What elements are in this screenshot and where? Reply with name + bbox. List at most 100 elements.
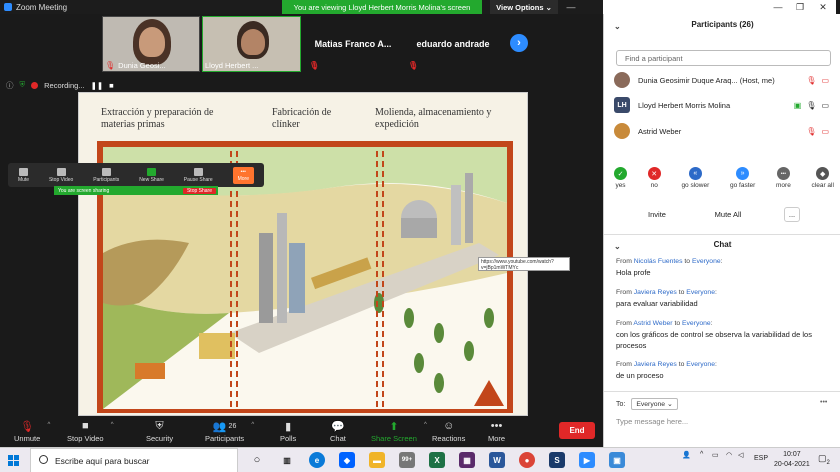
reaction-clear-all[interactable]: ◆ clear all (812, 167, 834, 189)
participant-name: Lloyd Herbert Morris Molina (638, 100, 731, 110)
video-tile-4[interactable]: eduardo andrade 🎙 (404, 16, 502, 72)
share-screen-button[interactable]: ⬆ Share Screen ^ (371, 418, 427, 444)
mic-icon: 🎙 (806, 100, 817, 110)
security-button[interactable]: ⛨ Security (146, 418, 173, 444)
more-label: ... (788, 210, 796, 219)
chat-message: From Astrid Weber to Everyone: con los g… (616, 318, 828, 351)
clock[interactable]: 10:07 20-04-2021 (774, 450, 810, 470)
edge-icon[interactable]: e (309, 452, 325, 468)
participant-row[interactable]: Astrid Weber 🎙 ▭ (614, 121, 829, 141)
polls-button[interactable]: ▮ Polls (280, 418, 296, 444)
participants-button[interactable]: 👥 26 Participants ^ (205, 418, 254, 444)
chat-text: Hola profe (616, 268, 651, 277)
zoom-taskbar-icon[interactable]: ▶ (579, 452, 595, 468)
fb-more-button[interactable]: ••• More (232, 166, 254, 184)
chevron-down-icon[interactable]: ⌄ (614, 22, 621, 31)
participant-row[interactable]: Dunia Geosimir Duque Araq... (Host, me) … (614, 70, 829, 90)
fb-stop-video-button[interactable]: Stop Video (49, 167, 73, 183)
multitask-icon[interactable]: ▥ (279, 452, 295, 468)
chat-to-word: to (678, 361, 685, 368)
reaction-no[interactable]: ✕ no (647, 167, 661, 189)
windows-start-icon[interactable] (8, 455, 19, 466)
panel-divider (604, 391, 840, 392)
fb-mute-button[interactable]: Mute (18, 167, 29, 183)
chat-sender: Nicolás Fuentes (633, 258, 683, 265)
stop-video-button[interactable]: ■ Stop Video ^ (67, 418, 114, 443)
end-meeting-button[interactable]: End (559, 422, 595, 439)
chat-to-word: to (674, 320, 681, 327)
unmute-button[interactable]: 🎙 Unmute ^ (14, 418, 50, 444)
chevron-up-icon[interactable]: ^ (700, 451, 703, 458)
mic-off-icon: 🎙 (408, 61, 419, 70)
reaction-go-faster[interactable]: » go faster (730, 167, 755, 189)
app-icon-2[interactable]: S (549, 452, 565, 468)
reaction-more[interactable]: ••• more (776, 167, 791, 189)
taskbar-search-input[interactable]: Escribe aquí para buscar (30, 448, 238, 472)
video-camera-icon: ■ (81, 420, 89, 432)
dropbox-icon[interactable]: ◆ (339, 452, 355, 468)
smiley-icon: ☺ (443, 420, 455, 432)
tile-label: Lloyd Herbert ... (205, 61, 259, 70)
task-view-icon[interactable]: ○ (249, 452, 265, 468)
fb-label: Participants (93, 176, 120, 183)
stop-share-button[interactable]: Stop Share (182, 187, 216, 194)
close-window-icon[interactable]: ✕ (810, 0, 836, 14)
info-icon[interactable]: ⓘ (6, 80, 14, 91)
minimize-icon[interactable]: — (558, 0, 584, 14)
language-indicator[interactable]: ESP (754, 455, 768, 462)
badge-app-icon[interactable]: 99+ (399, 452, 415, 468)
chat-text: para evaluar variabilidad (616, 299, 698, 308)
video-tile-2[interactable]: Lloyd Herbert ... (202, 16, 301, 72)
reaction-yes[interactable]: ✓ yes (614, 167, 627, 189)
mute-all-button[interactable]: Mute All (710, 207, 746, 222)
stop-recording-icon[interactable]: ■ (109, 81, 114, 90)
person-icon[interactable]: 👤 (682, 451, 691, 459)
side-panel: ⌄ Participants (26) Find a participant D… (603, 14, 840, 447)
reactions-row: ✓ yes ✕ no « go slower » go faster ••• more ◆… (614, 167, 834, 189)
volume-icon[interactable]: ◁ (738, 451, 743, 459)
video-tile-1[interactable]: 🎙 Dunia Geosi... (102, 16, 200, 72)
battery-icon[interactable]: ▭ (712, 451, 719, 459)
video-tile-3[interactable]: Matias Franco A... 🎙 (305, 16, 401, 72)
mic-off-icon: 🎙 (105, 61, 116, 70)
fb-pause-share-button[interactable]: Pause Share (184, 167, 213, 183)
word-icon[interactable]: W (489, 452, 505, 468)
participant-row[interactable]: LH Lloyd Herbert Morris Molina ▣ 🎙 ▭ (614, 95, 829, 115)
notification-icon[interactable]: ▢2 (818, 453, 830, 466)
chevron-up-icon[interactable]: ^ (111, 422, 114, 428)
wifi-icon[interactable]: ◠ (726, 451, 732, 459)
app-icon-3[interactable]: ▣ (609, 452, 625, 468)
fb-new-share-button[interactable]: New Share (139, 167, 164, 183)
fast-forward-icon: » (736, 167, 750, 180)
video-icon: ▭ (821, 100, 829, 110)
chat-more-icon[interactable]: ••• (820, 399, 827, 406)
video-off-icon: ▭ (821, 75, 829, 85)
share-screen-icon: ⬆ (389, 420, 399, 433)
chevron-down-icon[interactable]: ⌄ (614, 242, 621, 251)
file-explorer-icon[interactable]: ▬ (369, 452, 385, 468)
pause-recording-icon[interactable]: ❚❚ (91, 81, 104, 90)
recipient-select[interactable]: Everyone ⌄ (631, 398, 678, 410)
chat-button[interactable]: 💬 Chat (330, 418, 346, 444)
shield-icon[interactable]: ⛨ (20, 80, 26, 90)
chevron-up-icon[interactable]: ^ (47, 422, 50, 428)
app-icon[interactable]: ▦ (459, 452, 475, 468)
more-button[interactable]: ••• More (488, 418, 505, 443)
chrome-icon[interactable]: ● (519, 452, 535, 468)
participants-more-button[interactable]: ... (784, 207, 800, 222)
reactions-button[interactable]: ☺ Reactions (432, 418, 465, 443)
chat-input[interactable]: Type message here... (616, 417, 688, 426)
tile-label: Dunia Geosi... (118, 61, 166, 70)
next-page-button[interactable]: › (510, 34, 528, 52)
reaction-go-slower[interactable]: « go slower (681, 167, 709, 189)
fb-participants-button[interactable]: Participants (93, 167, 120, 183)
mic-off-icon: 🎙 (309, 61, 320, 70)
toolbar-label: Unmute (14, 434, 41, 443)
view-options-button[interactable]: View Options ⌄ (490, 0, 558, 14)
participant-search-input[interactable]: Find a participant (616, 50, 831, 66)
chevron-up-icon[interactable]: ^ (424, 422, 427, 428)
excel-icon[interactable]: X (429, 452, 445, 468)
chevron-up-icon[interactable]: ^ (251, 422, 254, 428)
invite-button[interactable]: Invite (642, 207, 672, 222)
chat-recipient: Everyone (682, 320, 711, 327)
